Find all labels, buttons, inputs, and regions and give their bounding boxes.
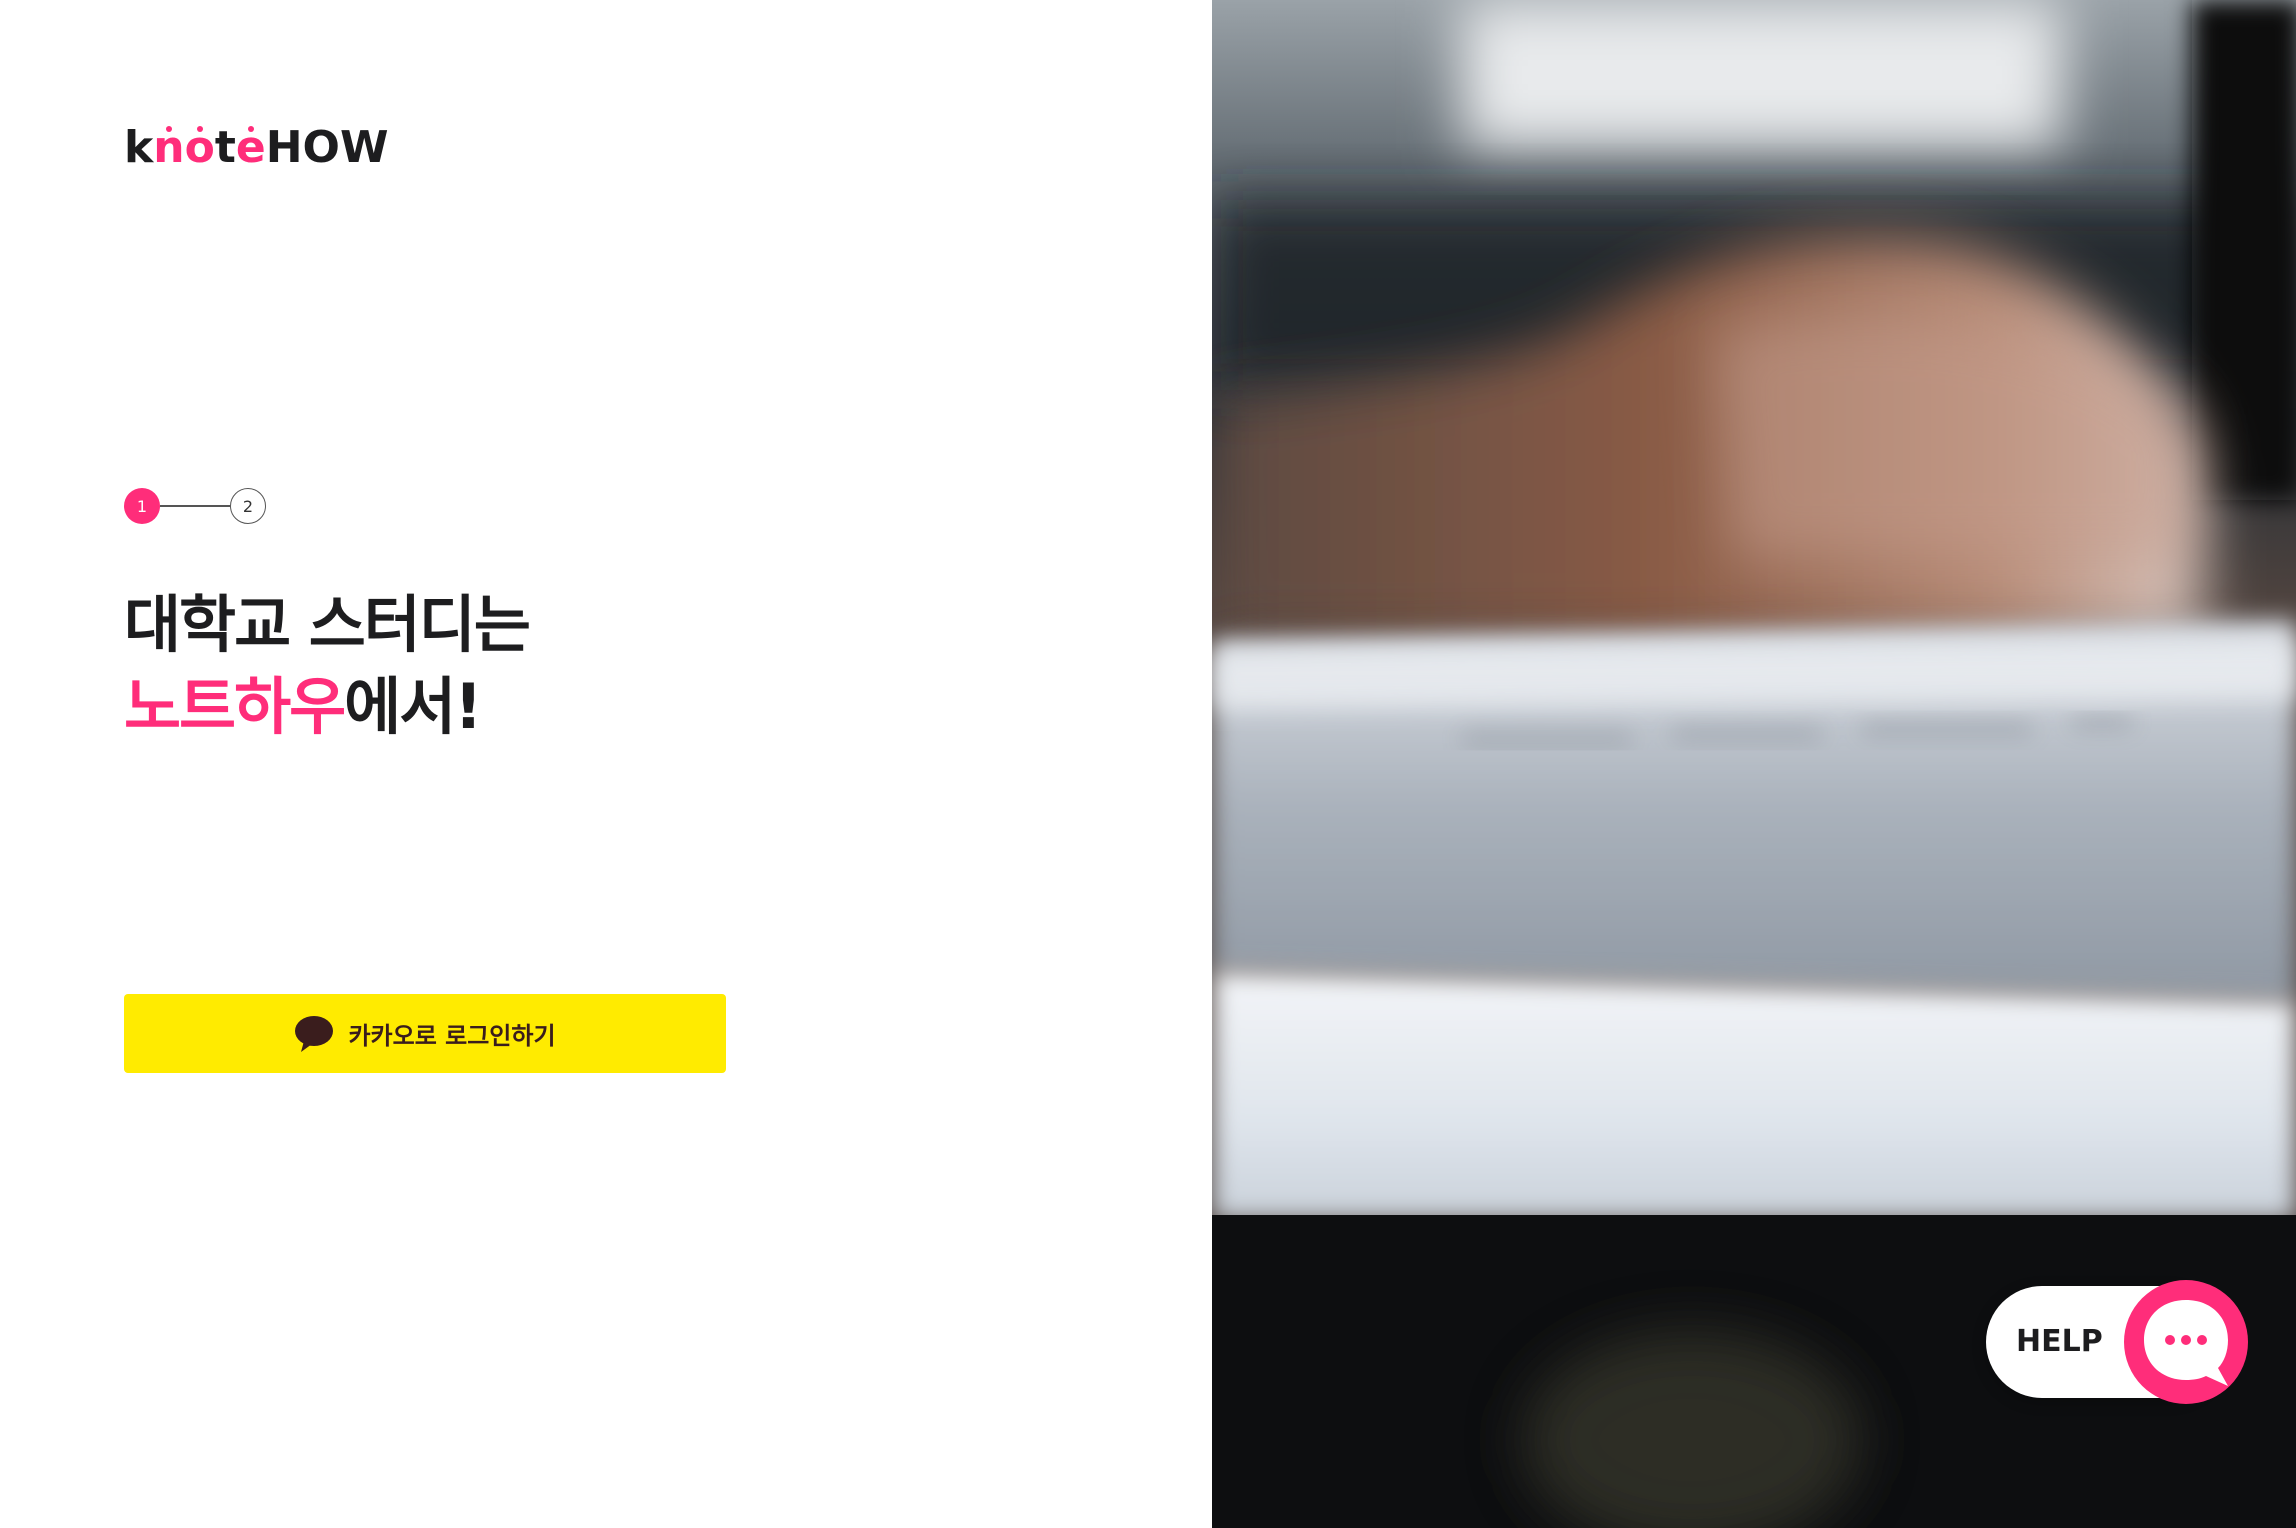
- chat-bubble-icon: [2124, 1280, 2248, 1404]
- kakao-login-label: 카카오로 로그인하기: [348, 1022, 556, 1050]
- kakao-speech-bubble-icon: [294, 1015, 334, 1053]
- login-page: knoteHOW 1 2 대학교 스터디는 노트하우에서! 카카오로 로그인하기: [0, 0, 2296, 1528]
- headline-line-2: 노트하우에서!: [124, 666, 529, 748]
- page-headline: 대학교 스터디는 노트하우에서!: [124, 584, 531, 748]
- step-indicator: 1 2: [124, 488, 266, 524]
- step-2: 2: [230, 488, 266, 524]
- headline-line-1: 대학교 스터디는: [124, 588, 531, 661]
- help-button[interactable]: HELP: [1986, 1280, 2248, 1404]
- logo[interactable]: knoteHOW: [124, 118, 388, 178]
- step-1: 1: [124, 488, 160, 524]
- headline-brand: 노트하우: [124, 670, 346, 743]
- help-label: HELP: [2016, 1324, 2103, 1359]
- left-panel: knoteHOW 1 2 대학교 스터디는 노트하우에서! 카카오로 로그인하기: [0, 0, 1212, 1528]
- kakao-login-button[interactable]: 카카오로 로그인하기: [124, 994, 726, 1073]
- headline-suffix: 에서!: [344, 670, 482, 743]
- step-connector: [160, 505, 230, 507]
